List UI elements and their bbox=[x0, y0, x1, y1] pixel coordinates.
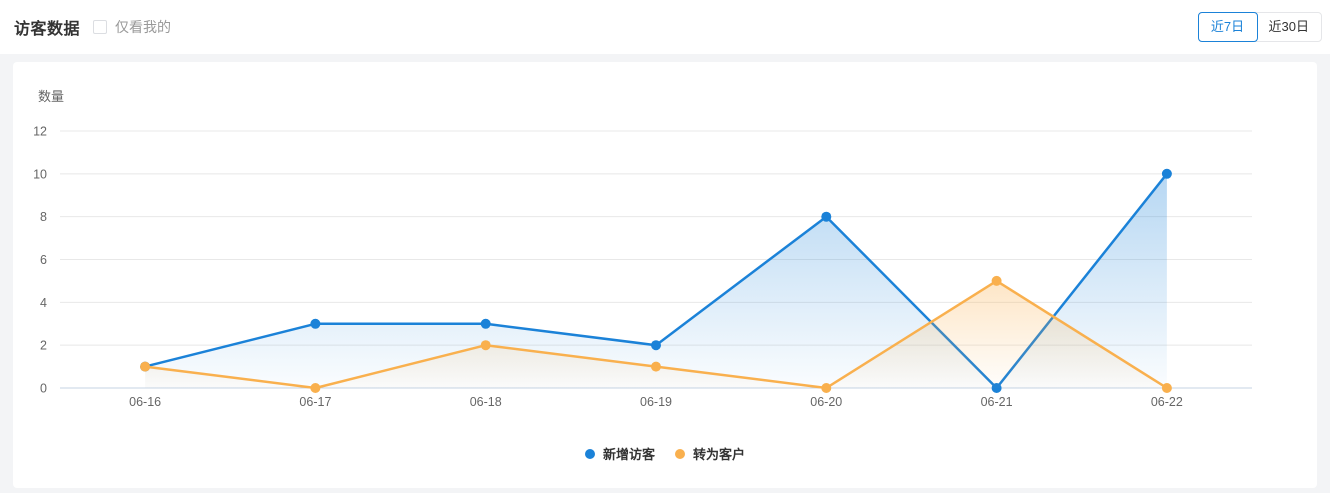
checkbox-icon[interactable] bbox=[93, 20, 107, 34]
y-axis-title: 数量 bbox=[38, 86, 64, 105]
only-mine-checkbox[interactable]: 仅看我的 bbox=[93, 17, 171, 37]
data-point-converted-customers[interactable] bbox=[481, 340, 491, 350]
page-title: 访客数据 bbox=[14, 15, 80, 39]
range-last-7-days-button[interactable]: 近7日 bbox=[1198, 12, 1258, 42]
x-tick-label: 06-16 bbox=[129, 395, 161, 409]
legend-label-new-visitors: 新增访客 bbox=[603, 444, 655, 463]
chart-legend: 新增访客 转为客户 bbox=[13, 444, 1317, 463]
legend-dot-orange-icon bbox=[675, 449, 685, 459]
range-last-30-days-button[interactable]: 近30日 bbox=[1257, 13, 1321, 41]
y-tick-label: 6 bbox=[40, 253, 47, 267]
data-point-new-visitors[interactable] bbox=[310, 319, 320, 329]
date-range-toggle: 近7日 近30日 bbox=[1198, 12, 1322, 42]
data-point-converted-customers[interactable] bbox=[992, 276, 1002, 286]
checkbox-label: 仅看我的 bbox=[115, 17, 171, 37]
data-point-new-visitors[interactable] bbox=[821, 212, 831, 222]
y-tick-label: 8 bbox=[40, 210, 47, 224]
y-tick-label: 10 bbox=[33, 167, 47, 181]
data-point-new-visitors[interactable] bbox=[1162, 169, 1172, 179]
legend-item-new-visitors[interactable]: 新增访客 bbox=[585, 444, 655, 463]
y-tick-label: 0 bbox=[40, 382, 47, 396]
line-chart: 0 2 4 6 8 10 12 06-16 06-17 06-18 06-19 06-20 06-21 0… bbox=[13, 117, 1317, 417]
y-tick-label: 2 bbox=[40, 339, 47, 353]
legend-dot-blue-icon bbox=[585, 449, 595, 459]
visitor-data-chart-card: 数量 0 2 4 6 8 10 12 06-16 06-17 06-18 06-19 06-20 06-… bbox=[13, 62, 1317, 488]
data-point-new-visitors[interactable] bbox=[651, 340, 661, 350]
header-bar: 访客数据 仅看我的 近7日 近30日 bbox=[0, 0, 1330, 54]
legend-item-converted-customers[interactable]: 转为客户 bbox=[675, 444, 745, 463]
data-point-new-visitors[interactable] bbox=[481, 319, 491, 329]
y-tick-label: 12 bbox=[33, 125, 47, 139]
data-point-converted-customers[interactable] bbox=[821, 383, 831, 393]
x-tick-label: 06-21 bbox=[981, 395, 1013, 409]
legend-label-converted-customers: 转为客户 bbox=[693, 444, 745, 463]
data-point-converted-customers[interactable] bbox=[310, 383, 320, 393]
y-tick-label: 4 bbox=[40, 296, 47, 310]
data-point-converted-customers[interactable] bbox=[1162, 383, 1172, 393]
data-point-converted-customers[interactable] bbox=[140, 362, 150, 372]
x-tick-label: 06-19 bbox=[640, 395, 672, 409]
data-point-converted-customers[interactable] bbox=[651, 362, 661, 372]
x-tick-label: 06-18 bbox=[470, 395, 502, 409]
x-tick-label: 06-22 bbox=[1151, 395, 1183, 409]
x-tick-label: 06-20 bbox=[810, 395, 842, 409]
x-tick-label: 06-17 bbox=[299, 395, 331, 409]
